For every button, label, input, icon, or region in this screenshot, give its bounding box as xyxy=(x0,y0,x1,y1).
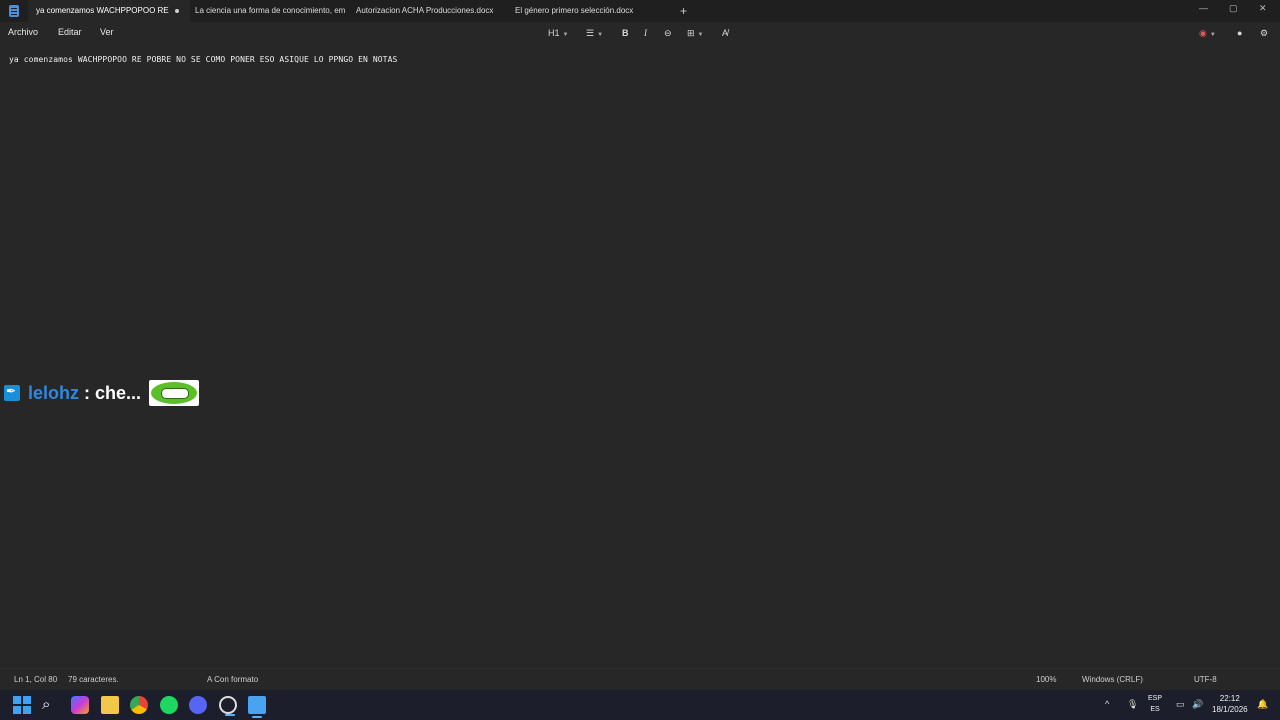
cursor-position: Ln 1, Col 80 xyxy=(14,675,58,684)
menu-archivo[interactable]: Archivo xyxy=(8,27,38,37)
tab-autorizacion[interactable]: Autorizacion ACHA Producciones.docx xyxy=(356,0,506,22)
maximize-icon[interactable]: ▢ xyxy=(1229,3,1238,14)
title-bar: ya comenzamos WACHPPOPOO RE La ciencia u… xyxy=(0,0,1280,22)
tab-label: Autorizacion ACHA Producciones.docx xyxy=(356,6,494,15)
keyboard-code: ES xyxy=(1150,706,1160,713)
list-icon: ☰ xyxy=(586,28,595,38)
heading-label: H1 xyxy=(548,28,560,38)
menu-ver[interactable]: Ver xyxy=(100,27,114,37)
link-icon[interactable]: ⊖ xyxy=(664,26,672,40)
list-dropdown[interactable]: ☰ ▼ xyxy=(586,26,603,42)
copilot-app-icon[interactable] xyxy=(71,696,89,714)
green-grin-emote-icon xyxy=(149,380,200,406)
copilot-icon[interactable]: ◉ ▼ xyxy=(1199,26,1216,42)
chevron-down-icon: ▼ xyxy=(697,32,704,38)
chevron-down-icon: ▼ xyxy=(1209,32,1216,38)
moderator-badge-icon xyxy=(4,384,20,401)
obs-icon[interactable] xyxy=(219,696,237,716)
notification-bell-icon[interactable]: 🔔 xyxy=(1257,699,1268,710)
editor-area[interactable]: ya comenzamos WACHPPOPOO RE POBRE NO SE … xyxy=(0,44,1280,668)
zoom-level[interactable]: 100% xyxy=(1036,675,1056,684)
account-avatar-icon[interactable]: ● xyxy=(1237,26,1242,40)
format-label: Con formato xyxy=(214,675,259,684)
document-text[interactable]: ya comenzamos WACHPPOPOO RE POBRE NO SE … xyxy=(9,55,397,64)
table-icon: ⊞ xyxy=(687,28,695,38)
table-dropdown[interactable]: ⊞ ▼ xyxy=(687,26,704,42)
chat-overlay: lelohz : che... xyxy=(4,380,200,406)
menu-bar: Archivo Editar Ver H1 ▼ ☰ ▼ B I ⊖ ⊞ ▼ A̸ ◉ ▼… xyxy=(0,22,1280,44)
unsaved-dot-icon xyxy=(174,8,179,13)
language-indicator[interactable]: ESP ES xyxy=(1148,693,1162,715)
format-toggle[interactable]: A Con formato xyxy=(207,675,258,684)
network-icon[interactable]: ▭ xyxy=(1176,699,1185,710)
file-explorer-icon[interactable] xyxy=(101,696,119,714)
minimize-icon[interactable]: — xyxy=(1199,3,1208,13)
chevron-down-icon: ▼ xyxy=(562,32,569,38)
tab-ciencia[interactable]: La ciencia una forma de conocimiento, em xyxy=(195,0,347,22)
menu-editar[interactable]: Editar xyxy=(58,27,82,37)
volume-icon[interactable]: 🔊 xyxy=(1192,699,1203,710)
chat-username: lelohz xyxy=(28,382,80,403)
format-icon: A xyxy=(207,675,212,684)
chrome-icon[interactable] xyxy=(130,696,148,714)
heading-dropdown[interactable]: H1 ▼ xyxy=(548,26,568,42)
tab-active[interactable]: ya comenzamos WACHPPOPOO RE xyxy=(28,0,190,22)
status-bar: Ln 1, Col 80 79 caracteres. A Con format… xyxy=(0,668,1280,691)
clock-time: 22:12 xyxy=(1219,694,1240,703)
tab-genero[interactable]: El género primero selección.docx xyxy=(515,0,665,22)
tab-label: ya comenzamos WACHPPOPOO RE xyxy=(36,6,169,15)
bold-button[interactable]: B xyxy=(622,26,629,40)
taskbar: ⌕ ^ 🎙 ESP ES ▭ 🔊 22:12 18/1/2026 🔔 xyxy=(0,690,1280,720)
clock[interactable]: 22:12 18/1/2026 xyxy=(1212,693,1248,715)
notepad-app-icon xyxy=(9,5,19,17)
chevron-down-icon: ▼ xyxy=(597,32,604,38)
settings-gear-icon[interactable]: ⚙ xyxy=(1260,26,1268,40)
close-icon[interactable]: ✕ xyxy=(1259,3,1267,14)
char-count: 79 caracteres. xyxy=(68,675,119,684)
new-tab-plus-icon[interactable]: + xyxy=(680,4,687,18)
encoding[interactable]: UTF-8 xyxy=(1194,675,1217,684)
line-ending[interactable]: Windows (CRLF) xyxy=(1082,675,1143,684)
clear-formatting-icon[interactable]: A̸ xyxy=(722,26,728,40)
italic-button[interactable]: I xyxy=(644,26,647,40)
windows-start-icon[interactable] xyxy=(13,696,31,714)
tab-label: La ciencia una forma de conocimiento, em xyxy=(195,6,346,15)
tab-label: El género primero selección.docx xyxy=(515,6,634,15)
chevron-up-icon[interactable]: ^ xyxy=(1105,699,1109,709)
chat-message: : che... xyxy=(84,382,142,403)
discord-icon[interactable] xyxy=(189,696,207,714)
clock-date: 18/1/2026 xyxy=(1212,705,1248,714)
notepad-taskbar-icon[interactable] xyxy=(248,696,266,718)
spotify-icon[interactable] xyxy=(160,696,178,714)
search-icon[interactable]: ⌕ xyxy=(42,696,60,714)
language-code: ESP xyxy=(1148,695,1163,702)
microphone-icon[interactable]: 🎙 xyxy=(1127,699,1138,710)
